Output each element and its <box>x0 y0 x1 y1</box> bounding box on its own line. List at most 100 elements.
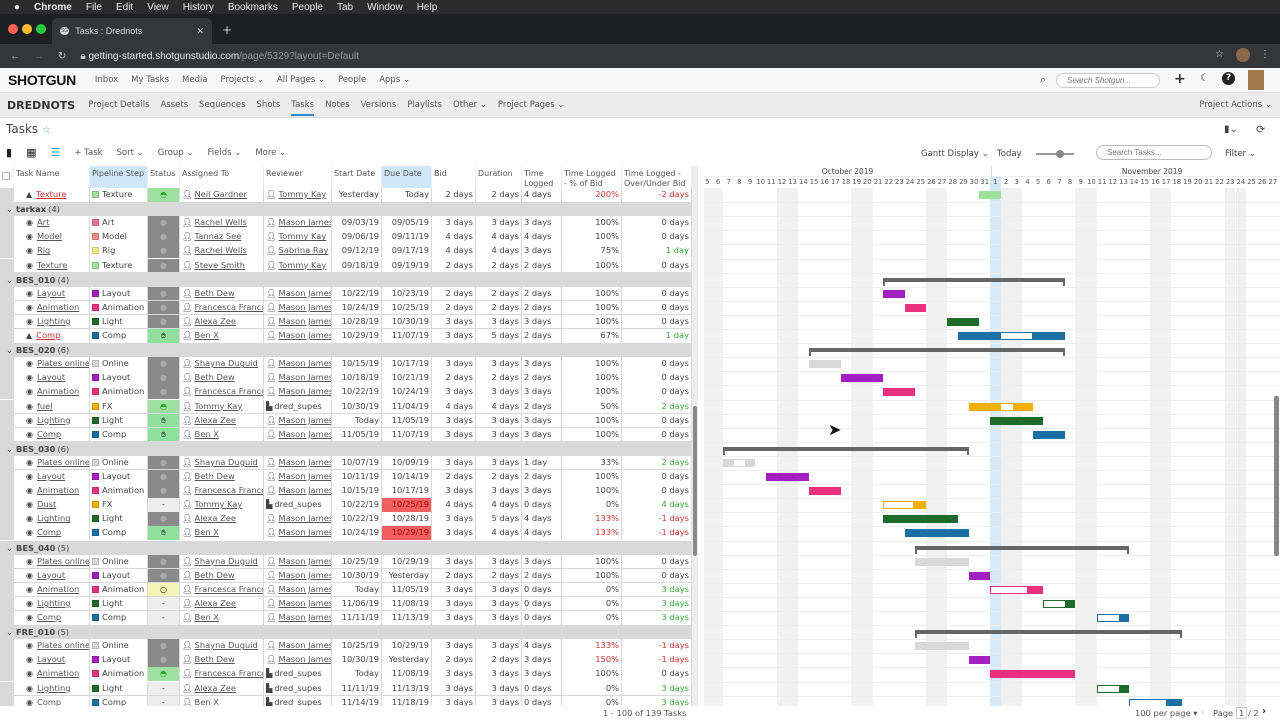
status-cell[interactable]: ✋︎ <box>148 329 179 343</box>
task-name-link[interactable]: Comp <box>37 612 61 622</box>
gantt-task-bar[interactable] <box>883 388 916 397</box>
group-header[interactable]: ⌄ BES_030 (6) <box>0 441 692 456</box>
reviewer-link[interactable]: Mason James <box>279 471 331 481</box>
reviewer-link[interactable]: Mason James <box>279 513 331 523</box>
assigned-to-link[interactable]: Beth Dew <box>195 471 235 481</box>
table-scrollbar[interactable] <box>692 166 698 706</box>
favorite-star-icon[interactable]: ☆ <box>42 125 51 136</box>
tab-other[interactable]: Other ⌄ <box>453 100 487 110</box>
table-row[interactable]: ◉ Lighting Light - 👤︎ Alexa Zee ▙ dred_supes 11/… <box>0 681 692 696</box>
reviewer-link[interactable]: Mason James <box>279 429 331 439</box>
table-row[interactable]: ◉ fuel FX ◓ 👤︎ Tommy Kay ▙ dred_supes 10/30/19 11… <box>0 399 692 414</box>
gantt-task-bar[interactable] <box>840 374 884 383</box>
task-name-link[interactable]: Layout <box>37 288 65 298</box>
moon-icon[interactable]: ☾ <box>1200 73 1209 84</box>
reviewer-link[interactable]: Mason James <box>279 654 331 664</box>
status-cell[interactable]: ● <box>148 639 179 653</box>
group-summary-bar[interactable] <box>723 446 969 451</box>
close-window-button[interactable] <box>8 24 18 34</box>
status-cell[interactable]: - <box>148 596 179 611</box>
collapse-chevron-icon[interactable]: ⌄ <box>6 541 13 555</box>
col-assigned-to[interactable]: Assigned To <box>180 166 264 188</box>
status-cell[interactable]: ● <box>148 484 179 498</box>
status-cell[interactable]: ✋︎ <box>148 526 179 540</box>
thumbnail-view-icon[interactable]: ▦ <box>26 146 36 159</box>
assigned-to-link[interactable]: Shayna Duguid <box>195 358 258 368</box>
reviewer-link[interactable]: Mason James <box>279 527 331 537</box>
col-start-date[interactable]: Start Date <box>332 166 382 188</box>
reviewer-link[interactable]: Mason James <box>279 612 331 622</box>
group-summary-bar[interactable] <box>915 545 1129 550</box>
reviewer-link[interactable]: Mason James <box>279 598 331 608</box>
table-row[interactable]: ◉ Art Art ● 👤︎ Rachel Wells 👤︎ Mason James 09/03… <box>0 216 692 231</box>
project-name[interactable]: DREDNOTS <box>7 99 75 112</box>
col-time-logged[interactable]: Time Logged <box>522 166 562 188</box>
status-cell[interactable]: ● <box>148 455 179 470</box>
assigned-to-link[interactable]: Tannaz See <box>195 231 242 241</box>
user-avatar[interactable] <box>1248 70 1264 90</box>
table-row[interactable]: ◉ Layout Layout ● 👤︎ Beth Dew 👤︎ Mason James 10/… <box>0 371 692 386</box>
assigned-to-link[interactable]: Francesca Franco <box>195 485 263 495</box>
nav-people[interactable]: People <box>338 75 366 85</box>
assigned-to-link[interactable]: Rachel Wells <box>195 245 247 255</box>
apple-icon[interactable]: ● <box>14 2 20 13</box>
table-row[interactable]: ◉ Animation Animation ● 👤︎ Francesca Franco 👤︎… <box>0 385 692 400</box>
assigned-to-link[interactable]: Rachel Wells <box>195 217 247 227</box>
col-reviewer[interactable]: Reviewer <box>264 166 332 188</box>
status-cell[interactable]: ● <box>148 512 179 526</box>
table-row[interactable]: ◉ Lighting Light - 👤︎ Alexa Zee 👤︎ Mason James 1… <box>0 596 692 611</box>
task-name-link[interactable]: Lighting <box>37 598 71 608</box>
group-header[interactable]: ⌄ tarkax (4) <box>0 202 692 217</box>
gantt-task-bar[interactable] <box>808 360 841 369</box>
collapse-chevron-icon[interactable]: ⌄ <box>6 343 13 357</box>
reviewer-link[interactable]: Mason James <box>279 386 331 396</box>
menu-chrome[interactable]: Chrome <box>34 2 72 13</box>
gantt-task-bar[interactable] <box>915 557 969 566</box>
back-icon[interactable]: ← <box>10 51 20 62</box>
table-row[interactable]: ◉ Rig Rig ● 👤︎ Rachel Wells 👤︎ Sabrina Ray 09/12… <box>0 244 692 259</box>
reviewer-link[interactable]: Mason James <box>279 556 331 566</box>
table-row[interactable]: ◉ Plates online Online ● 👤︎ Shayna Duguid 👤︎ Ma… <box>0 639 692 654</box>
col-duration[interactable]: Duration <box>476 166 522 188</box>
assigned-to-link[interactable]: Shayna Duguid <box>195 457 258 467</box>
gantt-task-bar[interactable] <box>990 416 1044 425</box>
assigned-to-link[interactable]: Ben X <box>195 330 219 340</box>
col-time-logged-pct[interactable]: Time Logged - % of Bid <box>562 166 622 188</box>
zoom-slider[interactable] <box>1030 150 1082 158</box>
table-row[interactable]: ◉ Layout Layout ● 👤︎ Beth Dew 👤︎ Mason James 10/… <box>0 286 692 301</box>
tab-notes[interactable]: Notes <box>325 100 350 110</box>
global-search-input[interactable] <box>1056 73 1160 88</box>
gantt-task-bar[interactable] <box>968 402 1033 411</box>
tab-tasks[interactable]: Tasks <box>291 94 315 116</box>
table-row[interactable]: ◉ Plates online Online ● 👤︎ Shayna Duguid 👤︎ Ma… <box>0 554 692 569</box>
table-row[interactable]: ◉ Animation Animation ● 👤︎ Francesca Franco 👤︎… <box>0 484 692 499</box>
new-tab-icon[interactable]: + <box>222 23 232 37</box>
status-cell[interactable]: ✋︎ <box>148 413 179 428</box>
assigned-to-link[interactable]: Tommy Kay <box>195 401 243 411</box>
add-icon[interactable]: + <box>1174 71 1186 87</box>
collapse-chevron-icon[interactable]: ⌄ <box>6 442 13 456</box>
assigned-to-link[interactable]: Shayna Duguid <box>195 640 258 650</box>
status-cell[interactable]: - <box>148 498 179 512</box>
assigned-to-link[interactable]: Alexa Zee <box>195 598 236 608</box>
status-cell[interactable]: ◓ <box>148 188 179 202</box>
gantt-task-bar[interactable] <box>990 670 1076 679</box>
gantt-task-bar[interactable] <box>915 642 969 651</box>
list-view-icon[interactable]: ☰ <box>50 146 60 159</box>
assigned-to-link[interactable]: Francesca Franco <box>195 302 263 312</box>
reviewer-link[interactable]: Mason James <box>279 415 331 425</box>
status-cell[interactable]: ● <box>148 300 179 315</box>
status-cell[interactable]: ● <box>148 230 179 244</box>
gantt-task-bar[interactable] <box>958 332 1065 340</box>
assigned-to-link[interactable]: Ben X <box>195 697 219 706</box>
status-cell[interactable]: ● <box>148 470 179 484</box>
task-name-link[interactable]: Lighting <box>37 513 71 523</box>
tab-shots[interactable]: Shots <box>257 100 281 110</box>
task-name-link[interactable]: Lighting <box>37 316 71 326</box>
group-header[interactable]: ⌄ BES_010 (4) <box>0 272 692 287</box>
reviewer-link[interactable]: Tommy Kay <box>279 260 327 270</box>
group-header[interactable]: ⌄ FRE_010 (5) <box>0 625 692 640</box>
table-row[interactable]: ◉ Comp Comp ✋︎ 👤︎ Ben X 👤︎ Mason James 10/24/19 1… <box>0 526 692 541</box>
assigned-to-link[interactable]: Francesca Franco <box>195 584 263 594</box>
gantt-task-bar[interactable] <box>883 501 927 510</box>
